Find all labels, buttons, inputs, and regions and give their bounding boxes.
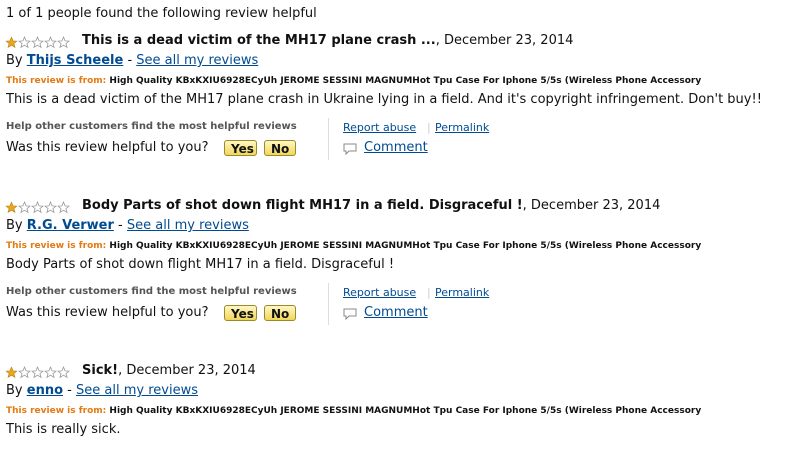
- star-empty-icon: [31, 36, 44, 49]
- review-item: This is a dead victim of the MH17 plane …: [0, 33, 800, 196]
- report-abuse-link[interactable]: Report abuse: [343, 286, 416, 299]
- review-date: , December 23, 2014: [118, 363, 256, 378]
- dash-separator: -: [118, 218, 123, 233]
- dash-separator: -: [127, 53, 133, 68]
- star-empty-icon: [18, 201, 31, 214]
- star-empty-icon: [44, 36, 57, 49]
- link-separator: |: [427, 286, 431, 299]
- permalink-link[interactable]: Permalink: [435, 286, 489, 299]
- was-helpful-question: Was this review helpful to you?: [6, 305, 209, 320]
- by-label: By: [6, 218, 23, 233]
- link-separator: |: [427, 121, 431, 134]
- review-from-label: This review is from:: [6, 406, 107, 416]
- by-label: By: [6, 383, 23, 398]
- review-title[interactable]: This is a dead victim of the MH17 plane …: [82, 33, 436, 48]
- review-date: , December 23, 2014: [522, 198, 661, 213]
- review-byline: By enno - See all my reviews: [6, 383, 198, 398]
- star-empty-icon: [57, 366, 70, 379]
- star-empty-icon: [44, 366, 57, 379]
- review-from-line: This review is from: High Quality KBxKXI…: [6, 241, 701, 251]
- star-filled-icon: [5, 36, 18, 48]
- permalink-link[interactable]: Permalink: [435, 121, 489, 134]
- see-all-reviews-link[interactable]: See all my reviews: [136, 53, 258, 68]
- review-item: Sick!, December 23, 2014 By enno - See a…: [0, 363, 800, 450]
- dash-separator: -: [67, 383, 72, 398]
- vertical-divider: [328, 118, 329, 160]
- help-caption: Help other customers find the most helpf…: [6, 286, 297, 297]
- star-empty-icon: [18, 366, 31, 379]
- star-filled-icon: [5, 201, 18, 213]
- yes-button[interactable]: Yes: [224, 305, 257, 321]
- review-item: Body Parts of shot down flight MH17 in a…: [0, 198, 800, 361]
- star-rating: [5, 36, 70, 49]
- review-byline: By Thijs Scheele - See all my reviews: [6, 53, 258, 68]
- comment-icon[interactable]: [343, 308, 357, 320]
- star-empty-icon: [18, 36, 31, 49]
- star-rating: [5, 201, 70, 214]
- review-from-line: This review is from: High Quality KBxKXI…: [6, 76, 701, 86]
- author-link[interactable]: R.G. Verwer: [27, 218, 114, 233]
- star-filled-icon: [5, 366, 18, 378]
- review-from-label: This review is from:: [6, 241, 107, 251]
- star-rating: [5, 366, 70, 379]
- review-body: This is a dead victim of the MH17 plane …: [6, 92, 762, 107]
- see-all-reviews-link[interactable]: See all my reviews: [76, 383, 198, 398]
- by-label: By: [6, 53, 23, 68]
- see-all-reviews-link[interactable]: See all my reviews: [127, 218, 249, 233]
- comment-icon[interactable]: [343, 143, 357, 155]
- star-empty-icon: [31, 366, 44, 379]
- review-body: Body Parts of shot down flight MH17 in a…: [6, 257, 395, 272]
- review-body: This is really sick.: [6, 422, 121, 437]
- product-name: High Quality KBxKXIU6928ECyUh JEROME SES…: [109, 76, 702, 86]
- comment-link[interactable]: Comment: [364, 305, 428, 320]
- no-button[interactable]: No: [264, 305, 296, 321]
- product-name: High Quality KBxKXIU6928ECyUh JEROME SES…: [109, 406, 702, 416]
- review-from-label: This review is from:: [6, 76, 107, 86]
- comment-link[interactable]: Comment: [364, 140, 428, 155]
- helpful-count-text: 1 of 1 people found the following review…: [6, 6, 317, 21]
- author-link[interactable]: Thijs Scheele: [27, 53, 124, 68]
- author-link[interactable]: enno: [27, 383, 63, 398]
- report-abuse-link[interactable]: Report abuse: [343, 121, 416, 134]
- review-date: , December 23, 2014: [435, 33, 574, 48]
- review-byline: By R.G. Verwer - See all my reviews: [6, 218, 249, 233]
- review-title-line: Sick!, December 23, 2014: [82, 363, 256, 378]
- star-empty-icon: [57, 36, 70, 49]
- review-title[interactable]: Sick!: [82, 363, 118, 378]
- review-title-line: This is a dead victim of the MH17 plane …: [82, 33, 573, 48]
- no-button[interactable]: No: [264, 140, 296, 156]
- help-caption: Help other customers find the most helpf…: [6, 121, 297, 132]
- star-empty-icon: [44, 201, 57, 214]
- review-from-line: This review is from: High Quality KBxKXI…: [6, 406, 701, 416]
- star-empty-icon: [31, 201, 44, 214]
- product-name: High Quality KBxKXIU6928ECyUh JEROME SES…: [109, 241, 702, 251]
- star-empty-icon: [57, 201, 70, 214]
- was-helpful-question: Was this review helpful to you?: [6, 140, 209, 155]
- vertical-divider: [328, 283, 329, 325]
- review-title[interactable]: Body Parts of shot down flight MH17 in a…: [82, 198, 523, 213]
- yes-button[interactable]: Yes: [224, 140, 257, 156]
- review-title-line: Body Parts of shot down flight MH17 in a…: [82, 198, 660, 213]
